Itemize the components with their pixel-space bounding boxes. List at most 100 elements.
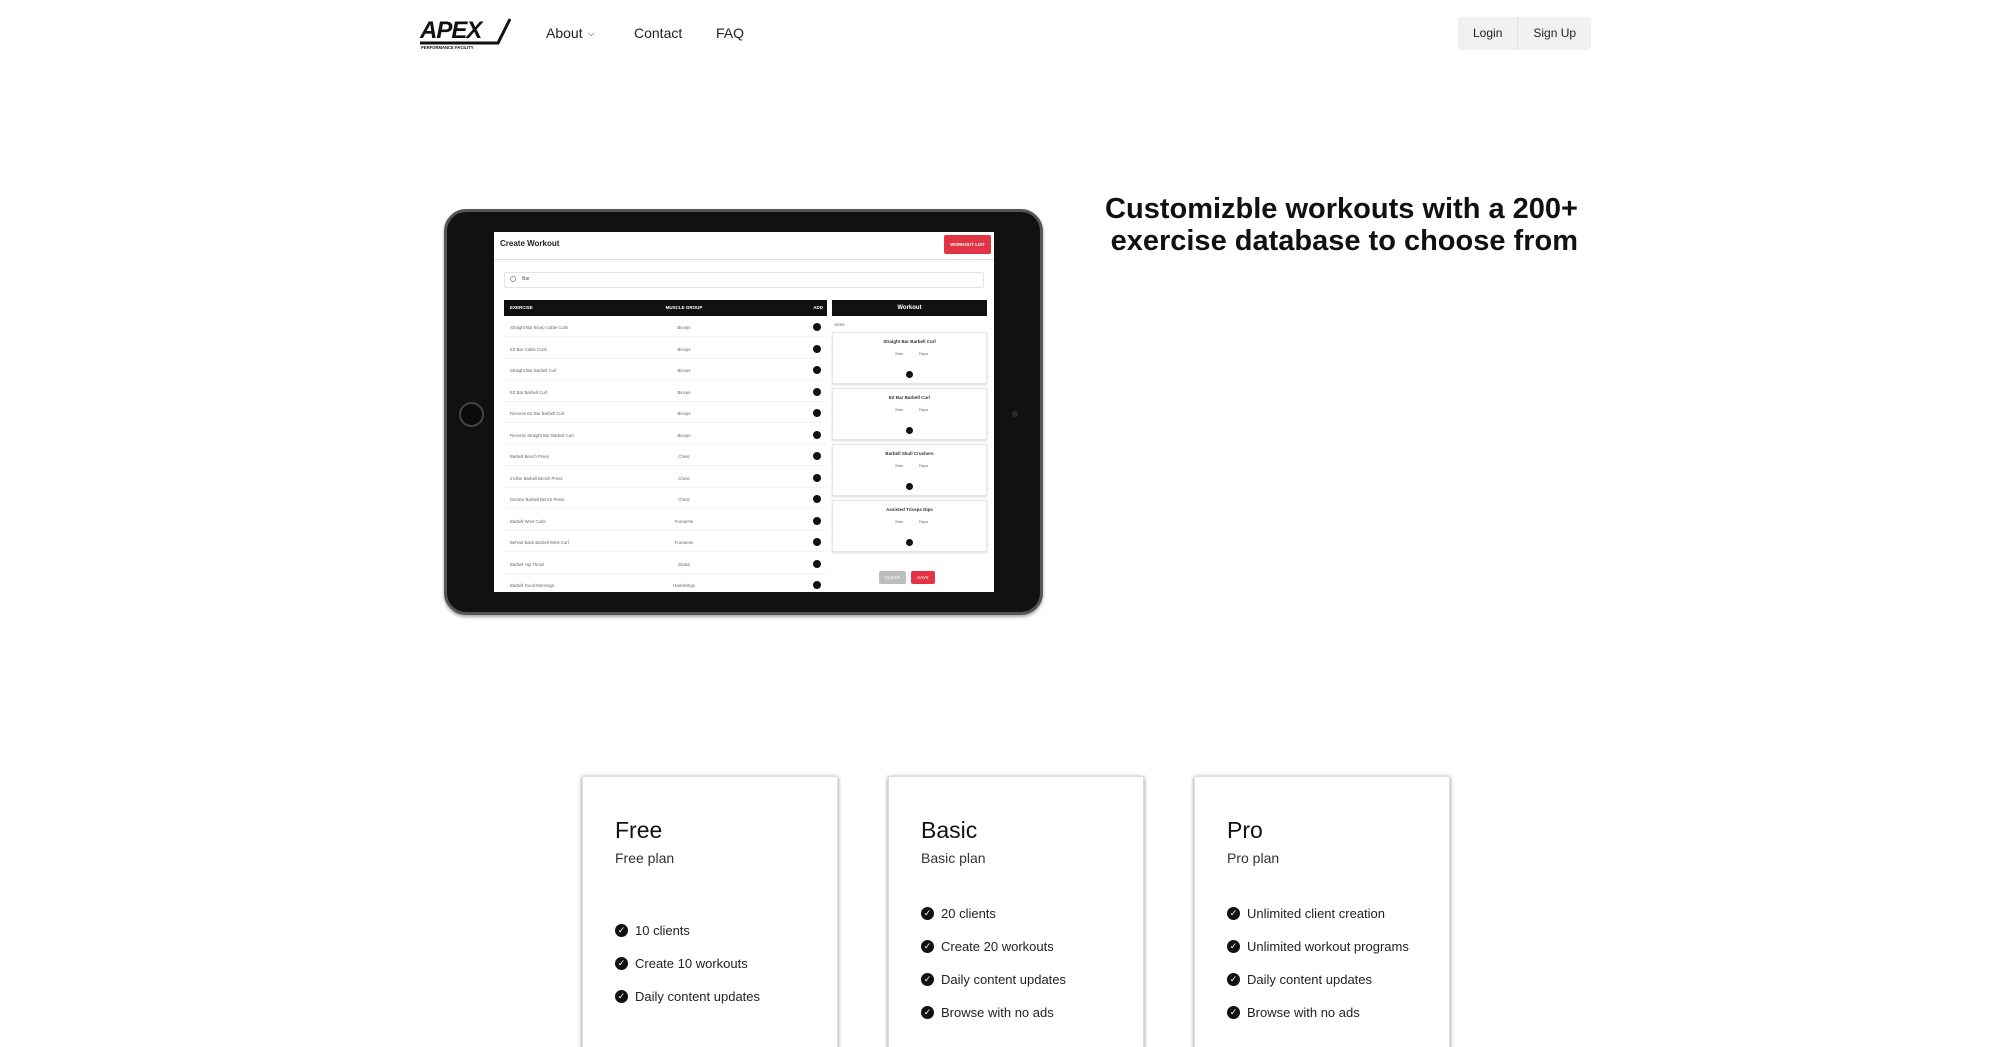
muscle-group: Biceps	[677, 389, 691, 395]
plan-features: ✓ 10 clients ✓ Create 10 workouts ✓ Daily con…	[615, 914, 760, 1013]
add-icon	[813, 516, 821, 525]
workout-item-card: Assisted Triceps Dips Sets Reps	[832, 500, 987, 552]
nav-about-dropdown[interactable]: About ⌵	[546, 25, 594, 41]
plan-feature-item: ✓ 20 clients	[921, 897, 1066, 930]
exercise-name: Straight Bar Barbell Curl	[510, 368, 557, 373]
muscle-group: Glutes	[677, 561, 691, 567]
auth-button-group: Login Sign Up	[1458, 17, 1592, 50]
tablet-mockup-image: Create Workout WORKOUT LIST Bar EXERCISE…	[444, 209, 1043, 615]
feature-label: Daily content updates	[941, 972, 1067, 987]
exercise-name: Incline Barbell Bench Press	[510, 475, 563, 481]
add-icon	[813, 387, 821, 396]
exercise-table-header: EXERCISE MUSCLE GROUP ADD	[504, 300, 827, 316]
plan-feature-item: ✓ Browse with no ads	[1227, 996, 1409, 1029]
exercise-name: Reverse Straight Bar Barbell Curl	[510, 432, 574, 438]
feature-label: 10 clients	[635, 923, 690, 938]
sets-label: Sets	[895, 351, 904, 356]
signup-button[interactable]: Sign Up	[1517, 17, 1591, 50]
muscle-group: Biceps	[677, 346, 691, 352]
plan-feature-item: ✓ Daily content updates	[615, 980, 760, 1013]
workout-actions: CLEAR SAVE	[879, 571, 935, 584]
check-circle-icon: ✓	[1227, 940, 1240, 953]
workout-item-name: Barbell Skull Crushers	[885, 451, 934, 456]
add-icon	[813, 452, 821, 460]
exercise-name: Barbell Wrist Curls	[510, 518, 546, 524]
remove-icon	[906, 427, 913, 434]
feature-label: Unlimited workout programs	[1247, 939, 1409, 954]
plan-card-free: Free Free plan ✓ 10 clients ✓ Create 10 wor…	[582, 776, 838, 1047]
exercise-name: Barbell Good Mornings	[510, 583, 554, 588]
sets-label: Sets	[895, 463, 904, 468]
muscle-group: Chest	[678, 454, 690, 459]
remove-icon	[906, 483, 913, 490]
add-icon	[813, 323, 821, 331]
add-icon	[813, 538, 821, 546]
workout-item-card: Straight Bar Barbell Curl Sets Reps	[832, 332, 987, 384]
feature-label: Daily content updates	[1247, 972, 1373, 987]
save-button: SAVE	[911, 571, 935, 584]
muscle-group: Chest	[678, 475, 690, 481]
apex-logo[interactable]: APEX PERFORMANCE FACILITY	[418, 16, 512, 50]
workout-list-button: WORKOUT LIST	[944, 235, 991, 254]
exercise-name: Decline Barbell Bench Press	[510, 497, 565, 502]
workout-item-card: EZ Bar Barbell Curl Sets Reps	[832, 388, 987, 440]
exercise-name: Barbell Bench Press	[510, 454, 549, 459]
workout-name: Arms	[834, 322, 845, 327]
col-exercise: EXERCISE	[510, 305, 533, 310]
plan-name: Pro	[1227, 817, 1263, 843]
add-icon	[813, 581, 821, 589]
reps-label: Reps	[919, 351, 929, 356]
exercise-name: Reverse EZ Bar Barbell Curl	[510, 411, 565, 416]
hero-headline: Customizble workouts with a 200+ exercis…	[1105, 193, 1578, 257]
exercise-name: Behind Back Barbell Wrist Curl	[510, 540, 569, 545]
table-row: Straight Bar Barbell Curl Biceps	[504, 361, 827, 380]
table-row: Barbell Bench Press Chest	[504, 447, 827, 466]
table-row: Behind Back Barbell Wrist Curl Forearms	[504, 533, 827, 552]
tablet-home-button	[459, 402, 484, 427]
plan-feature-item: ✓ Create 20 workouts	[921, 930, 1066, 963]
top-navbar: APEX PERFORMANCE FACILITY About ⌵ Contact…	[0, 0, 2000, 68]
table-row: Barbell Good Mornings Hamstrings	[504, 576, 827, 592]
plan-card-basic: Basic Basic plan ✓ 20 clients ✓ Create 20 w…	[888, 776, 1144, 1047]
table-row: Decline Barbell Bench Press Chest	[504, 490, 827, 509]
plan-subtitle: Pro plan	[1227, 850, 1280, 866]
plan-feature-item: ✓ Unlimited client creation	[1227, 897, 1409, 930]
reps-label: Reps	[919, 463, 929, 468]
plan-feature-item: ✓ Browse with no ads	[921, 996, 1066, 1029]
svg-text:PERFORMANCE FACILITY: PERFORMANCE FACILITY	[421, 45, 474, 50]
muscle-group: Biceps	[677, 411, 691, 416]
check-circle-icon: ✓	[1227, 1006, 1240, 1019]
exercise-name: EZ Bar Cable Curls	[510, 346, 548, 352]
remove-icon	[906, 539, 913, 546]
feature-label: Create 20 workouts	[941, 939, 1054, 954]
plan-subtitle: Basic plan	[921, 850, 986, 866]
feature-label: 20 clients	[941, 906, 996, 921]
plan-name: Basic	[921, 817, 978, 843]
check-circle-icon: ✓	[921, 940, 934, 953]
add-icon	[813, 366, 821, 374]
search-value: Bar	[522, 276, 530, 282]
feature-label: Unlimited client creation	[1247, 906, 1386, 921]
check-circle-icon: ✓	[615, 990, 628, 1003]
plan-card-pro: Pro Pro plan ✓ Unlimited client creation ✓…	[1194, 776, 1450, 1047]
nav-contact-link[interactable]: Contact	[634, 25, 682, 41]
muscle-group: Chest	[678, 497, 690, 502]
plan-feature-item: ✓ 10 clients	[615, 914, 760, 947]
remove-icon	[906, 371, 913, 378]
add-icon	[813, 473, 821, 482]
exercise-name: Straight Bar Bicep Cable Curls	[510, 325, 569, 330]
screen-title: Create Workout	[500, 239, 560, 248]
add-icon	[813, 559, 821, 568]
login-button[interactable]: Login	[1458, 17, 1517, 50]
add-icon	[813, 495, 821, 503]
feature-label: Browse with no ads	[1247, 1005, 1360, 1020]
nav-faq-link[interactable]: FAQ	[716, 25, 744, 41]
plan-subtitle: Free plan	[615, 850, 675, 866]
sets-label: Sets	[895, 519, 904, 524]
plan-feature-item: ✓ Create 10 workouts	[615, 947, 760, 980]
table-row: Barbell Wrist Curls Forearms	[504, 512, 827, 531]
table-row: Barbell Hip Thrust Glutes	[504, 555, 827, 574]
table-row: Incline Barbell Bench Press Chest	[504, 469, 827, 488]
col-add: ADD	[813, 305, 823, 310]
table-row: EZ Bar Cable Curls Biceps	[504, 340, 827, 359]
